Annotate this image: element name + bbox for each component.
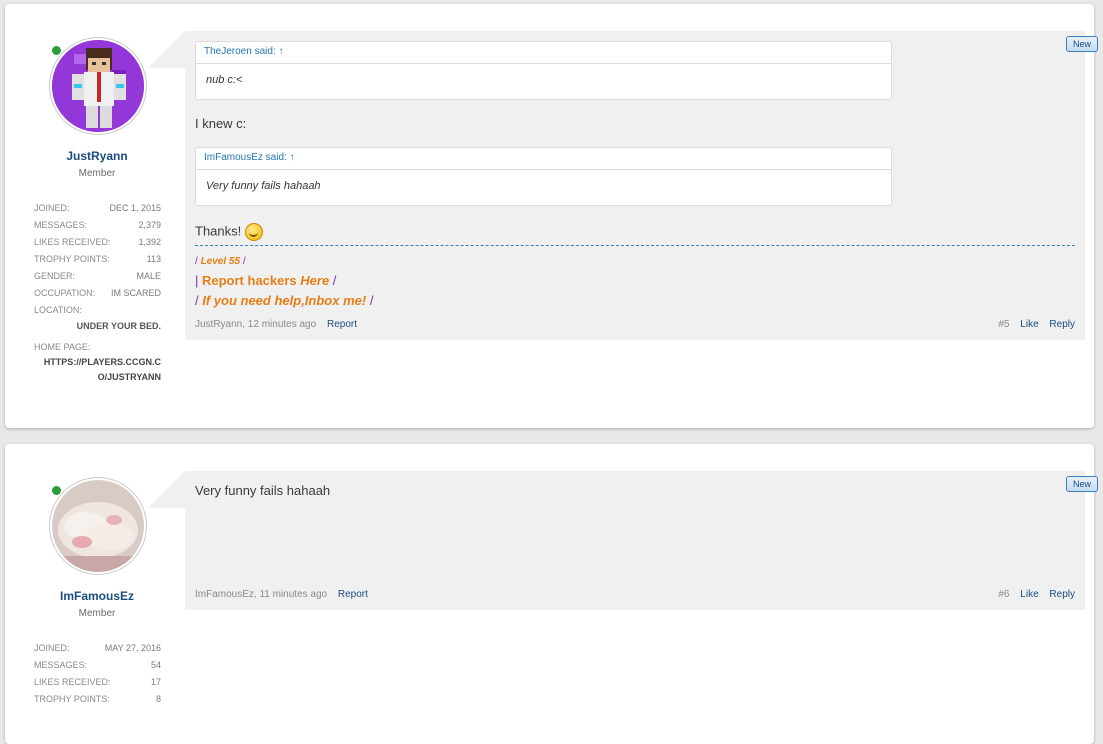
new-badge: New — [1066, 476, 1098, 492]
post-number-link[interactable]: #6 — [998, 589, 1009, 600]
message-text: Very funny fails hahaah — [195, 483, 331, 498]
online-status-icon — [51, 45, 62, 56]
message-footer: JustRyann, 12 minutes ago Report #5 Like… — [195, 319, 1075, 333]
user-stats: JOINED: MAY 27, 2016 MESSAGES: 54 LIKES RE… — [34, 640, 161, 708]
stat-homepage: HOME PAGE: HTTPS://PLAYERS.CCGN.C O/JUST… — [34, 340, 161, 385]
sig-help-text: If you need help,Inbox me! — [202, 293, 367, 308]
stat-label: HOME PAGE: — [34, 342, 91, 352]
message-text: I knew c: — [195, 116, 247, 131]
signature-line-2: | Report hackers Here / — [195, 271, 373, 291]
reply-button[interactable]: Reply — [1049, 319, 1075, 330]
avatar-image[interactable] — [52, 480, 144, 572]
username[interactable]: JustRyann — [5, 149, 189, 163]
sig-report-hackers: Report hackers — [202, 273, 301, 288]
homepage-link[interactable]: O/JUSTRYANN — [34, 370, 161, 385]
stat-value: MAY 27, 2016 — [104, 643, 161, 653]
avatar[interactable] — [49, 477, 147, 575]
post-meta[interactable]: ImFamousEz, 11 minutes ago — [195, 589, 327, 600]
report-link[interactable]: Report — [327, 319, 357, 330]
like-button[interactable]: Like — [1020, 589, 1038, 600]
message-text: Thanks! — [195, 223, 263, 241]
smiley-icon — [244, 223, 263, 241]
stat-occupation: OCCUPATION: IM SCARED — [34, 285, 161, 302]
stat-label: MESSAGES: — [34, 660, 88, 670]
stat-value: 1,392 — [138, 237, 161, 247]
quote-body: nub c:< — [206, 74, 243, 86]
stat-trophy: TROPHY POINTS: 113 — [34, 251, 161, 268]
post-actions: #5 Like Reply — [990, 319, 1075, 330]
quote-block: ImFamousEz said: ↑ Very funny fails haha… — [195, 147, 892, 206]
stat-label: GENDER: — [34, 271, 76, 281]
stat-label: JOINED: — [34, 643, 70, 653]
stat-value: MALE — [136, 271, 161, 281]
user-title: Member — [78, 168, 116, 179]
stat-label: LIKES RECEIVED: — [34, 237, 111, 247]
stat-value[interactable]: 54 — [151, 657, 161, 674]
stat-label: TROPHY POINTS: — [34, 254, 110, 264]
sig-here-link[interactable]: Here — [300, 273, 329, 288]
signature-line-3: / If you need help,Inbox me! / — [195, 291, 373, 311]
stat-label: OCCUPATION: — [34, 288, 96, 298]
avatar-image[interactable] — [52, 40, 144, 132]
signature: / Level 55 / | Report hackers Here / / I… — [195, 253, 373, 311]
post-5: JustRyann Member JOINED: DEC 1, 2015 MESS… — [5, 4, 1098, 428]
signature-divider — [195, 245, 1075, 246]
stat-value[interactable]: 2,379 — [138, 217, 161, 234]
username[interactable]: ImFamousEz — [5, 589, 189, 603]
thanks-text: Thanks! — [195, 223, 242, 239]
stat-label: LOCATION: — [34, 305, 82, 315]
message-footer: ImFamousEz, 11 minutes ago Report #6 Lik… — [195, 589, 1075, 603]
quote-block: TheJeroen said: ↑ nub c:< — [195, 41, 892, 100]
stat-value: IM SCARED — [110, 288, 161, 298]
stat-joined: JOINED: DEC 1, 2015 — [34, 200, 161, 217]
stat-gender: GENDER: MALE — [34, 268, 161, 285]
stat-messages: MESSAGES: 2,379 — [34, 217, 161, 234]
reply-button[interactable]: Reply — [1049, 589, 1075, 600]
online-status-icon — [51, 485, 62, 496]
stat-label: MESSAGES: — [34, 220, 88, 230]
sig-level: Level 55 — [200, 256, 241, 267]
stat-value: 17 — [150, 677, 161, 687]
sig-separator: / — [329, 273, 337, 288]
stat-value: UNDER YOUR BED. — [76, 321, 161, 331]
stat-location: LOCATION: UNDER YOUR BED. — [34, 302, 161, 334]
sig-separator: / — [366, 293, 374, 308]
new-badge: New — [1066, 36, 1098, 52]
post-meta[interactable]: JustRyann, 12 minutes ago — [195, 319, 316, 330]
sig-separator: | — [195, 273, 202, 288]
stat-label: LIKES RECEIVED: — [34, 677, 111, 687]
stat-messages: MESSAGES: 54 — [34, 657, 161, 674]
message-arrow — [148, 31, 185, 68]
stat-label: JOINED: — [34, 203, 70, 213]
report-link[interactable]: Report — [338, 589, 368, 600]
stat-value[interactable]: 113 — [147, 251, 161, 268]
homepage-link[interactable]: HTTPS://PLAYERS.CCGN.C — [34, 355, 161, 370]
post-number-link[interactable]: #5 — [998, 319, 1009, 330]
signature-line-1: / Level 55 / — [195, 253, 373, 271]
like-button[interactable]: Like — [1020, 319, 1038, 330]
stat-likes: LIKES RECEIVED: 1,392 — [34, 234, 161, 251]
sig-separator: / — [240, 256, 246, 267]
post-6: ImFamousEz Member JOINED: MAY 27, 2016 ME… — [5, 444, 1098, 744]
post-actions: #6 Like Reply — [990, 589, 1075, 600]
message-arrow — [148, 471, 185, 508]
user-title: Member — [78, 608, 116, 619]
message-content: TheJeroen said: ↑ nub c:< I knew c: ImFa… — [185, 31, 1085, 340]
quote-body: Very funny fails hahaah — [206, 180, 321, 192]
quote-header[interactable]: ImFamousEz said: ↑ — [196, 148, 891, 170]
user-stats: JOINED: DEC 1, 2015 MESSAGES: 2,379 LIKES … — [34, 200, 161, 385]
stat-likes: LIKES RECEIVED: 17 — [34, 674, 161, 691]
quote-header[interactable]: TheJeroen said: ↑ — [196, 42, 891, 64]
message-content: Very funny fails hahaah ImFamousEz, 11 m… — [185, 471, 1085, 610]
avatar[interactable] — [49, 37, 147, 135]
stat-joined: JOINED: MAY 27, 2016 — [34, 640, 161, 657]
stat-value: DEC 1, 2015 — [109, 203, 161, 213]
